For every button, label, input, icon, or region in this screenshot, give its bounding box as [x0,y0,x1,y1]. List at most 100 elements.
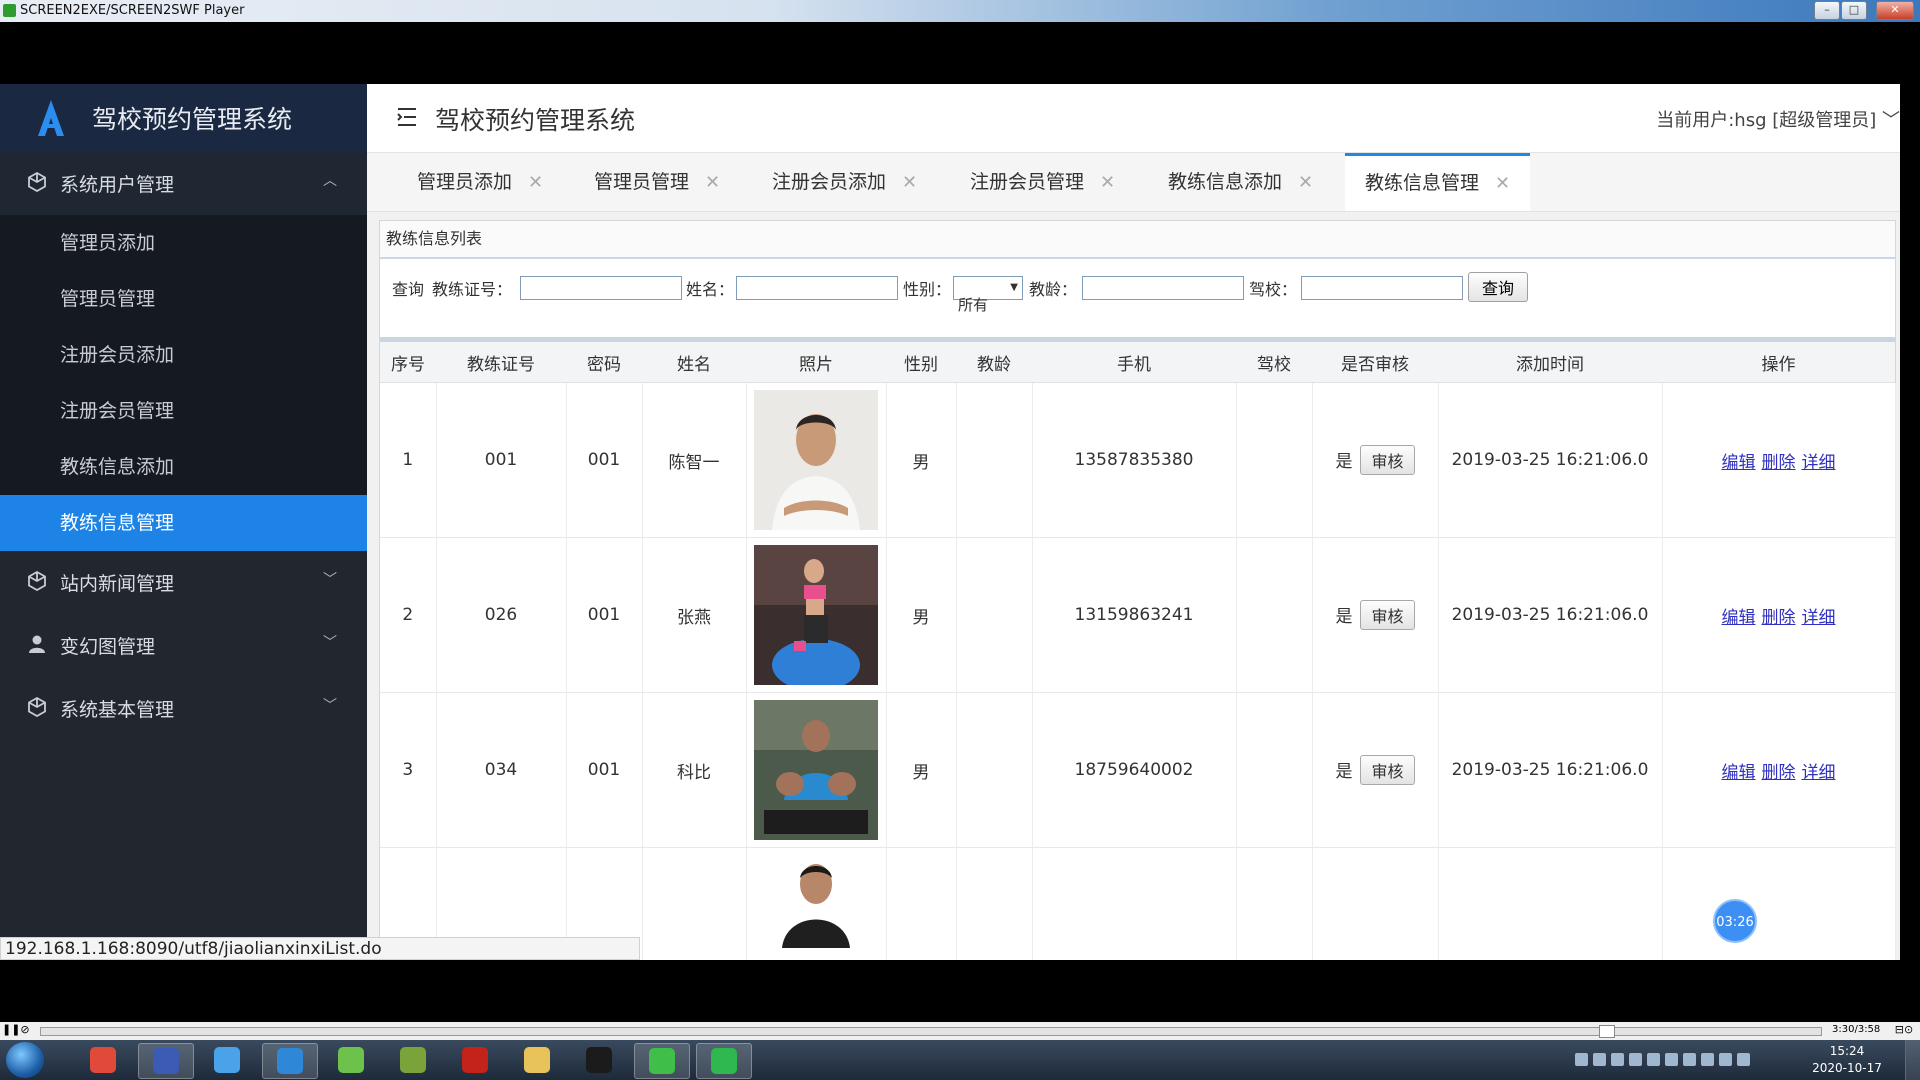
seek-knob[interactable] [1599,1025,1615,1038]
current-user[interactable]: 当前用户:hsg [超级管理员] ﹀ [1656,106,1900,132]
tab-label: 注册会员添加 [772,171,887,193]
sidebar-item-member-manage[interactable]: 注册会员管理 [0,383,367,439]
taskbar-app-player[interactable] [696,1043,752,1079]
cell-age [956,692,1033,848]
tab-member-add[interactable]: 注册会员添加 ✕ [772,153,917,211]
taskbar-app-wechat[interactable] [634,1043,690,1079]
taskbar-app-chrome[interactable] [76,1043,130,1077]
menu-group-system-users[interactable]: 系统用户管理 ︿ [0,152,367,215]
maximize-button[interactable]: □ [1841,1,1867,20]
audit-button[interactable]: 审核 [1360,600,1415,630]
menu-group-label: 系统基本管理 [60,699,175,721]
audited-value: 是 [1335,452,1353,472]
tab-member-manage[interactable]: 注册会员管理 ✕ [970,153,1115,211]
sidebar-item-admin-manage[interactable]: 管理员管理 [0,271,367,327]
tray-icon[interactable] [1575,1053,1588,1066]
status-url: 192.168.1.168:8090/utf8/jiaolianxinxiLis… [0,937,640,960]
delete-link[interactable]: 删除 [1762,763,1796,783]
menu-group-news[interactable]: 站内新闻管理 ﹀ [0,551,367,614]
taskbar-app-folder[interactable] [510,1043,564,1077]
tray-icon[interactable] [1737,1053,1750,1066]
sidebar-item-coach-add[interactable]: 教练信息添加 [0,439,367,495]
tray-icon[interactable] [1629,1053,1642,1066]
clock[interactable]: 15:24 2020-10-17 [1812,1043,1882,1077]
cell-phone [1032,847,1237,960]
taskbar-app-editor[interactable] [138,1043,194,1079]
detail-link[interactable]: 详细 [1802,763,1836,783]
cube-icon [28,571,46,591]
taskbar-app-baidu[interactable] [200,1043,254,1077]
tray-icon[interactable] [1719,1053,1732,1066]
tab-label: 注册会员管理 [970,171,1085,193]
player-icon [711,1048,737,1074]
taskbar-app-notepad[interactable] [386,1043,440,1077]
audit-button[interactable]: 审核 [1360,755,1415,785]
cell-phone: 13159863241 [1032,537,1237,693]
search-button[interactable]: 查询 [1468,272,1528,302]
cell-license: 026 [436,537,567,693]
search-form: 查询 教练证号： 姓名： 性别： 所有 ▼ 教龄： 驾校： 查询 [380,259,1895,342]
tray-icon[interactable] [1593,1053,1606,1066]
close-icon[interactable]: ✕ [902,172,917,193]
submenu-system-users: 管理员添加 管理员管理 注册会员添加 注册会员管理 教练信息添加 教练信息管理 [0,215,367,551]
edit-link[interactable]: 编辑 [1722,453,1756,473]
sidebar-item-admin-add[interactable]: 管理员添加 [0,215,367,271]
seek-bar[interactable] [40,1025,1822,1038]
taskbar-app-qq[interactable] [572,1043,626,1077]
close-icon[interactable]: ✕ [705,172,720,193]
age-input[interactable] [1082,276,1244,300]
tab-coach-add[interactable]: 教练信息添加 ✕ [1168,153,1313,211]
cell-no: 1 [380,382,437,538]
detail-link[interactable]: 详细 [1802,453,1836,473]
sidebar-item-coach-manage[interactable]: 教练信息管理 [0,495,367,551]
cell-ops: 编辑 删除 详细 [1662,692,1896,848]
stop-icon[interactable]: ⊘ [18,1023,32,1037]
audited-value: 是 [1335,762,1353,782]
delete-link[interactable]: 删除 [1762,608,1796,628]
close-button[interactable]: ✕ [1876,1,1914,20]
menu-group-carousel[interactable]: 变幻图管理 ﹀ [0,614,367,677]
edit-link[interactable]: 编辑 [1722,608,1756,628]
edit-link[interactable]: 编辑 [1722,763,1756,783]
logo-row: 驾校预约管理系统 [0,84,367,152]
menu-icon[interactable] [395,105,419,129]
taskbar-app-browser-q[interactable] [262,1043,318,1079]
school-label: 驾校： [1249,280,1298,299]
license-input[interactable] [520,276,682,300]
tray-icon[interactable] [1647,1053,1660,1066]
taskbar-app-flash[interactable] [448,1043,502,1077]
start-button[interactable] [6,1042,44,1078]
close-icon[interactable]: ✕ [1100,172,1115,193]
cell-time: 2019-03-25 16:21:06.0 [1438,692,1663,848]
dropdown-arrow-icon: ▼ [1010,282,1018,293]
tab-coach-manage[interactable]: 教练信息管理 ✕ [1345,153,1531,211]
sidebar-item-member-add[interactable]: 注册会员添加 [0,327,367,383]
gender-select[interactable]: 所有 ▼ [953,276,1023,314]
show-desktop-button[interactable] [1905,1040,1920,1080]
timer-badge[interactable]: 03:26 [1713,899,1757,943]
cell-name: 科比 [642,692,747,848]
audit-button[interactable]: 审核 [1360,445,1415,475]
delete-link[interactable]: 删除 [1762,453,1796,473]
tab-admin-manage[interactable]: 管理员管理 ✕ [594,153,720,211]
tab-admin-add[interactable]: 管理员添加 ✕ [417,153,543,211]
cell-time [1438,847,1663,960]
chrome-icon [90,1047,116,1073]
tray-icon[interactable] [1665,1053,1678,1066]
menu-group-basic[interactable]: 系统基本管理 ﹀ [0,677,367,740]
tray-icon[interactable] [1701,1053,1714,1066]
player-options-icon[interactable]: ⊟⊙ [1890,1023,1918,1037]
minimize-button[interactable]: – [1814,1,1840,20]
school-input[interactable] [1301,276,1463,300]
name-input[interactable] [736,276,898,300]
taskbar-app-leaf[interactable] [324,1043,378,1077]
tray-icon[interactable] [1611,1053,1624,1066]
detail-link[interactable]: 详细 [1802,608,1836,628]
close-icon[interactable]: ✕ [1298,172,1313,193]
tray-icon[interactable] [1683,1053,1696,1066]
close-icon[interactable]: ✕ [528,172,543,193]
close-icon[interactable]: ✕ [1495,173,1510,194]
cell-license: 001 [436,382,567,538]
pause-icon[interactable]: ❚❚ [2,1023,20,1037]
cell-age [956,847,1033,960]
